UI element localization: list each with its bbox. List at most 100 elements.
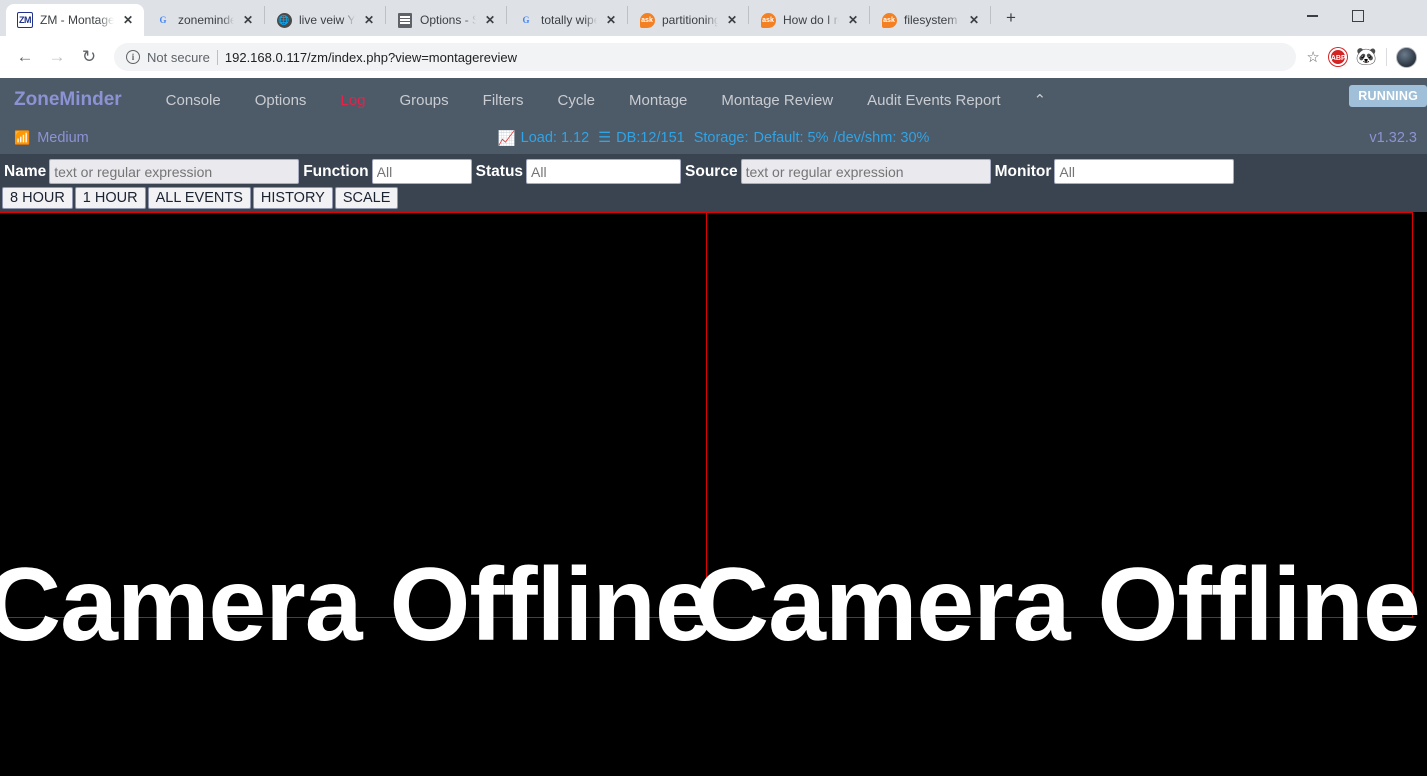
status-badge[interactable]: RUNNING: [1349, 85, 1427, 107]
nav-item-filters[interactable]: Filters: [466, 92, 541, 109]
tab-title: How do I reset U: [783, 13, 839, 27]
google-icon: G: [522, 15, 530, 25]
database-icon: ☰: [598, 130, 612, 146]
tab-title: filesystem - How: [904, 13, 960, 27]
tab-close-icon[interactable]: ✕: [121, 13, 135, 27]
monitor-offline-message: Camera Offline: [694, 547, 1421, 663]
montage-grid: Camera Offline Camera Offline: [0, 212, 1427, 751]
google-icon: G: [159, 15, 167, 25]
nav-item-groups[interactable]: Groups: [382, 92, 465, 109]
filter-fields-row: Name Function Status Source Monitor: [0, 157, 1427, 187]
minimize-button[interactable]: [1289, 0, 1335, 32]
adblock-plus-icon[interactable]: ABP: [1328, 48, 1347, 66]
label-function: Function: [303, 162, 369, 180]
browser-tab-2[interactable]: 🌐 live veiw YES on ✕: [265, 4, 385, 36]
browser-tab-7[interactable]: ask filesystem - How ✕: [870, 4, 990, 36]
db-label: DB:12/151: [616, 130, 685, 146]
nav-item-log[interactable]: Log: [323, 92, 382, 109]
storage-default: Default: 5%: [753, 130, 829, 146]
tab-title: partitioning - Ho: [662, 13, 718, 27]
tab-close-icon[interactable]: ✕: [725, 13, 739, 27]
tab-close-icon[interactable]: ✕: [846, 13, 860, 27]
zoneminder-app: ZoneMinder Console Options Log Groups Fi…: [0, 78, 1427, 751]
maximize-button[interactable]: [1335, 0, 1381, 32]
browser-toolbar: ← → ↻ i Not secure 192.168.0.117/zm/inde…: [0, 36, 1427, 78]
version-label: v1.32.3: [1369, 130, 1417, 146]
button-1-hour[interactable]: 1 HOUR: [74, 187, 146, 209]
chevron-up-icon[interactable]: ⌃: [1018, 91, 1063, 109]
label-monitor: Monitor: [994, 162, 1052, 180]
globe-icon: 🌐: [276, 12, 292, 28]
forward-button[interactable]: →: [42, 42, 72, 72]
options-icon: [397, 12, 413, 28]
askubuntu-icon: ask: [881, 12, 897, 28]
browser-tab-4[interactable]: G totally wipe ubun ✕: [507, 4, 627, 36]
zm-icon: ZM: [17, 12, 33, 28]
tab-close-icon[interactable]: ✕: [604, 13, 618, 27]
url-text: 192.168.0.117/zm/index.php?view=montager…: [224, 49, 517, 65]
browser-tab-5[interactable]: ask partitioning - Ho ✕: [628, 4, 748, 36]
monitor-offline-message: Camera Offline: [0, 547, 713, 663]
zm-navbar: ZoneMinder Console Options Log Groups Fi…: [0, 78, 1427, 122]
tab-title: zoneminder opti: [178, 13, 234, 27]
source-input[interactable]: [740, 159, 991, 184]
bookmark-star-icon[interactable]: ☆: [1306, 48, 1319, 66]
new-tab-button[interactable]: +: [997, 5, 1025, 33]
tab-close-icon[interactable]: ✕: [241, 13, 255, 27]
nav-item-audit-events-report[interactable]: Audit Events Report: [850, 92, 1017, 109]
browser-tab-6[interactable]: ask How do I reset U ✕: [749, 4, 869, 36]
bandwidth-label: Medium: [37, 130, 89, 146]
filter-buttons-row: 8 HOUR 1 HOUR ALL EVENTS HISTORY SCALE: [0, 187, 1427, 212]
zm-brand: ZoneMinder: [14, 89, 122, 110]
zm-statusbar: 📶 Medium 📈 Load: 1.12 ☰ DB:12/151 Storag…: [0, 122, 1427, 154]
browser-tab-3[interactable]: Options - Server ✕: [386, 4, 506, 36]
name-input[interactable]: [49, 159, 300, 184]
load-label: Load: 1.12: [520, 130, 590, 146]
browser-tab-1[interactable]: G zoneminder opti ✕: [144, 4, 264, 36]
wifi-icon: 📶: [14, 130, 31, 145]
tab-close-icon[interactable]: ✕: [483, 13, 497, 27]
close-window-button[interactable]: [1381, 0, 1427, 32]
status-input[interactable]: [526, 159, 682, 184]
nav-item-montage-review[interactable]: Montage Review: [704, 92, 850, 109]
system-stats: 📈 Load: 1.12 ☰ DB:12/151 Storage: Defaul…: [0, 130, 1427, 147]
window-controls: [1289, 0, 1427, 32]
tab-close-icon[interactable]: ✕: [967, 13, 981, 27]
button-all-events[interactable]: ALL EVENTS: [147, 187, 251, 209]
nav-item-console[interactable]: Console: [149, 92, 238, 109]
label-name: Name: [4, 162, 47, 180]
nav-item-options[interactable]: Options: [238, 92, 324, 109]
tab-title: live veiw YES on: [299, 13, 355, 27]
askubuntu-icon: ask: [639, 12, 655, 28]
omnibox-divider: [216, 49, 218, 65]
tab-title: ZM - Montage R: [40, 13, 114, 27]
button-8-hour[interactable]: 8 HOUR: [2, 187, 73, 209]
db-stat: ☰ DB:12/151: [598, 130, 685, 146]
address-bar[interactable]: i Not secure 192.168.0.117/zm/index.php?…: [114, 43, 1297, 71]
tab-strip: ZM ZM - Montage R ✕ G zoneminder opti ✕ …: [0, 0, 1427, 36]
tab-divider: [990, 5, 991, 24]
evernote-icon[interactable]: 🐼: [1356, 47, 1377, 67]
browser-tab-0[interactable]: ZM ZM - Montage R ✕: [6, 4, 144, 36]
tab-close-icon[interactable]: ✕: [362, 13, 376, 27]
reload-button[interactable]: ↻: [74, 42, 104, 72]
tab-title: totally wipe ubun: [541, 13, 597, 27]
button-history[interactable]: HISTORY: [252, 187, 333, 209]
button-scale[interactable]: SCALE: [334, 187, 399, 209]
trending-up-icon: 📈: [497, 130, 516, 147]
toolbar-divider: [1386, 48, 1387, 66]
storage-label: Storage:: [693, 130, 749, 146]
nav-item-montage[interactable]: Montage: [612, 92, 704, 109]
monitor-input[interactable]: [1054, 159, 1235, 184]
toolbar-actions: ☆ ABP 🐼: [1298, 46, 1417, 68]
info-icon[interactable]: i: [126, 50, 140, 64]
avatar[interactable]: [1396, 46, 1417, 68]
storage-stat: Storage: Default: 5% /dev/shm: 30%: [694, 130, 930, 146]
bandwidth-indicator[interactable]: 📶 Medium: [14, 130, 89, 146]
back-button[interactable]: ←: [10, 42, 40, 72]
nav-item-cycle[interactable]: Cycle: [541, 92, 613, 109]
browser-chrome: ZM ZM - Montage R ✕ G zoneminder opti ✕ …: [0, 0, 1427, 78]
load-stat: 📈 Load: 1.12: [498, 130, 590, 147]
function-input[interactable]: [371, 159, 472, 184]
label-source: Source: [685, 162, 738, 180]
